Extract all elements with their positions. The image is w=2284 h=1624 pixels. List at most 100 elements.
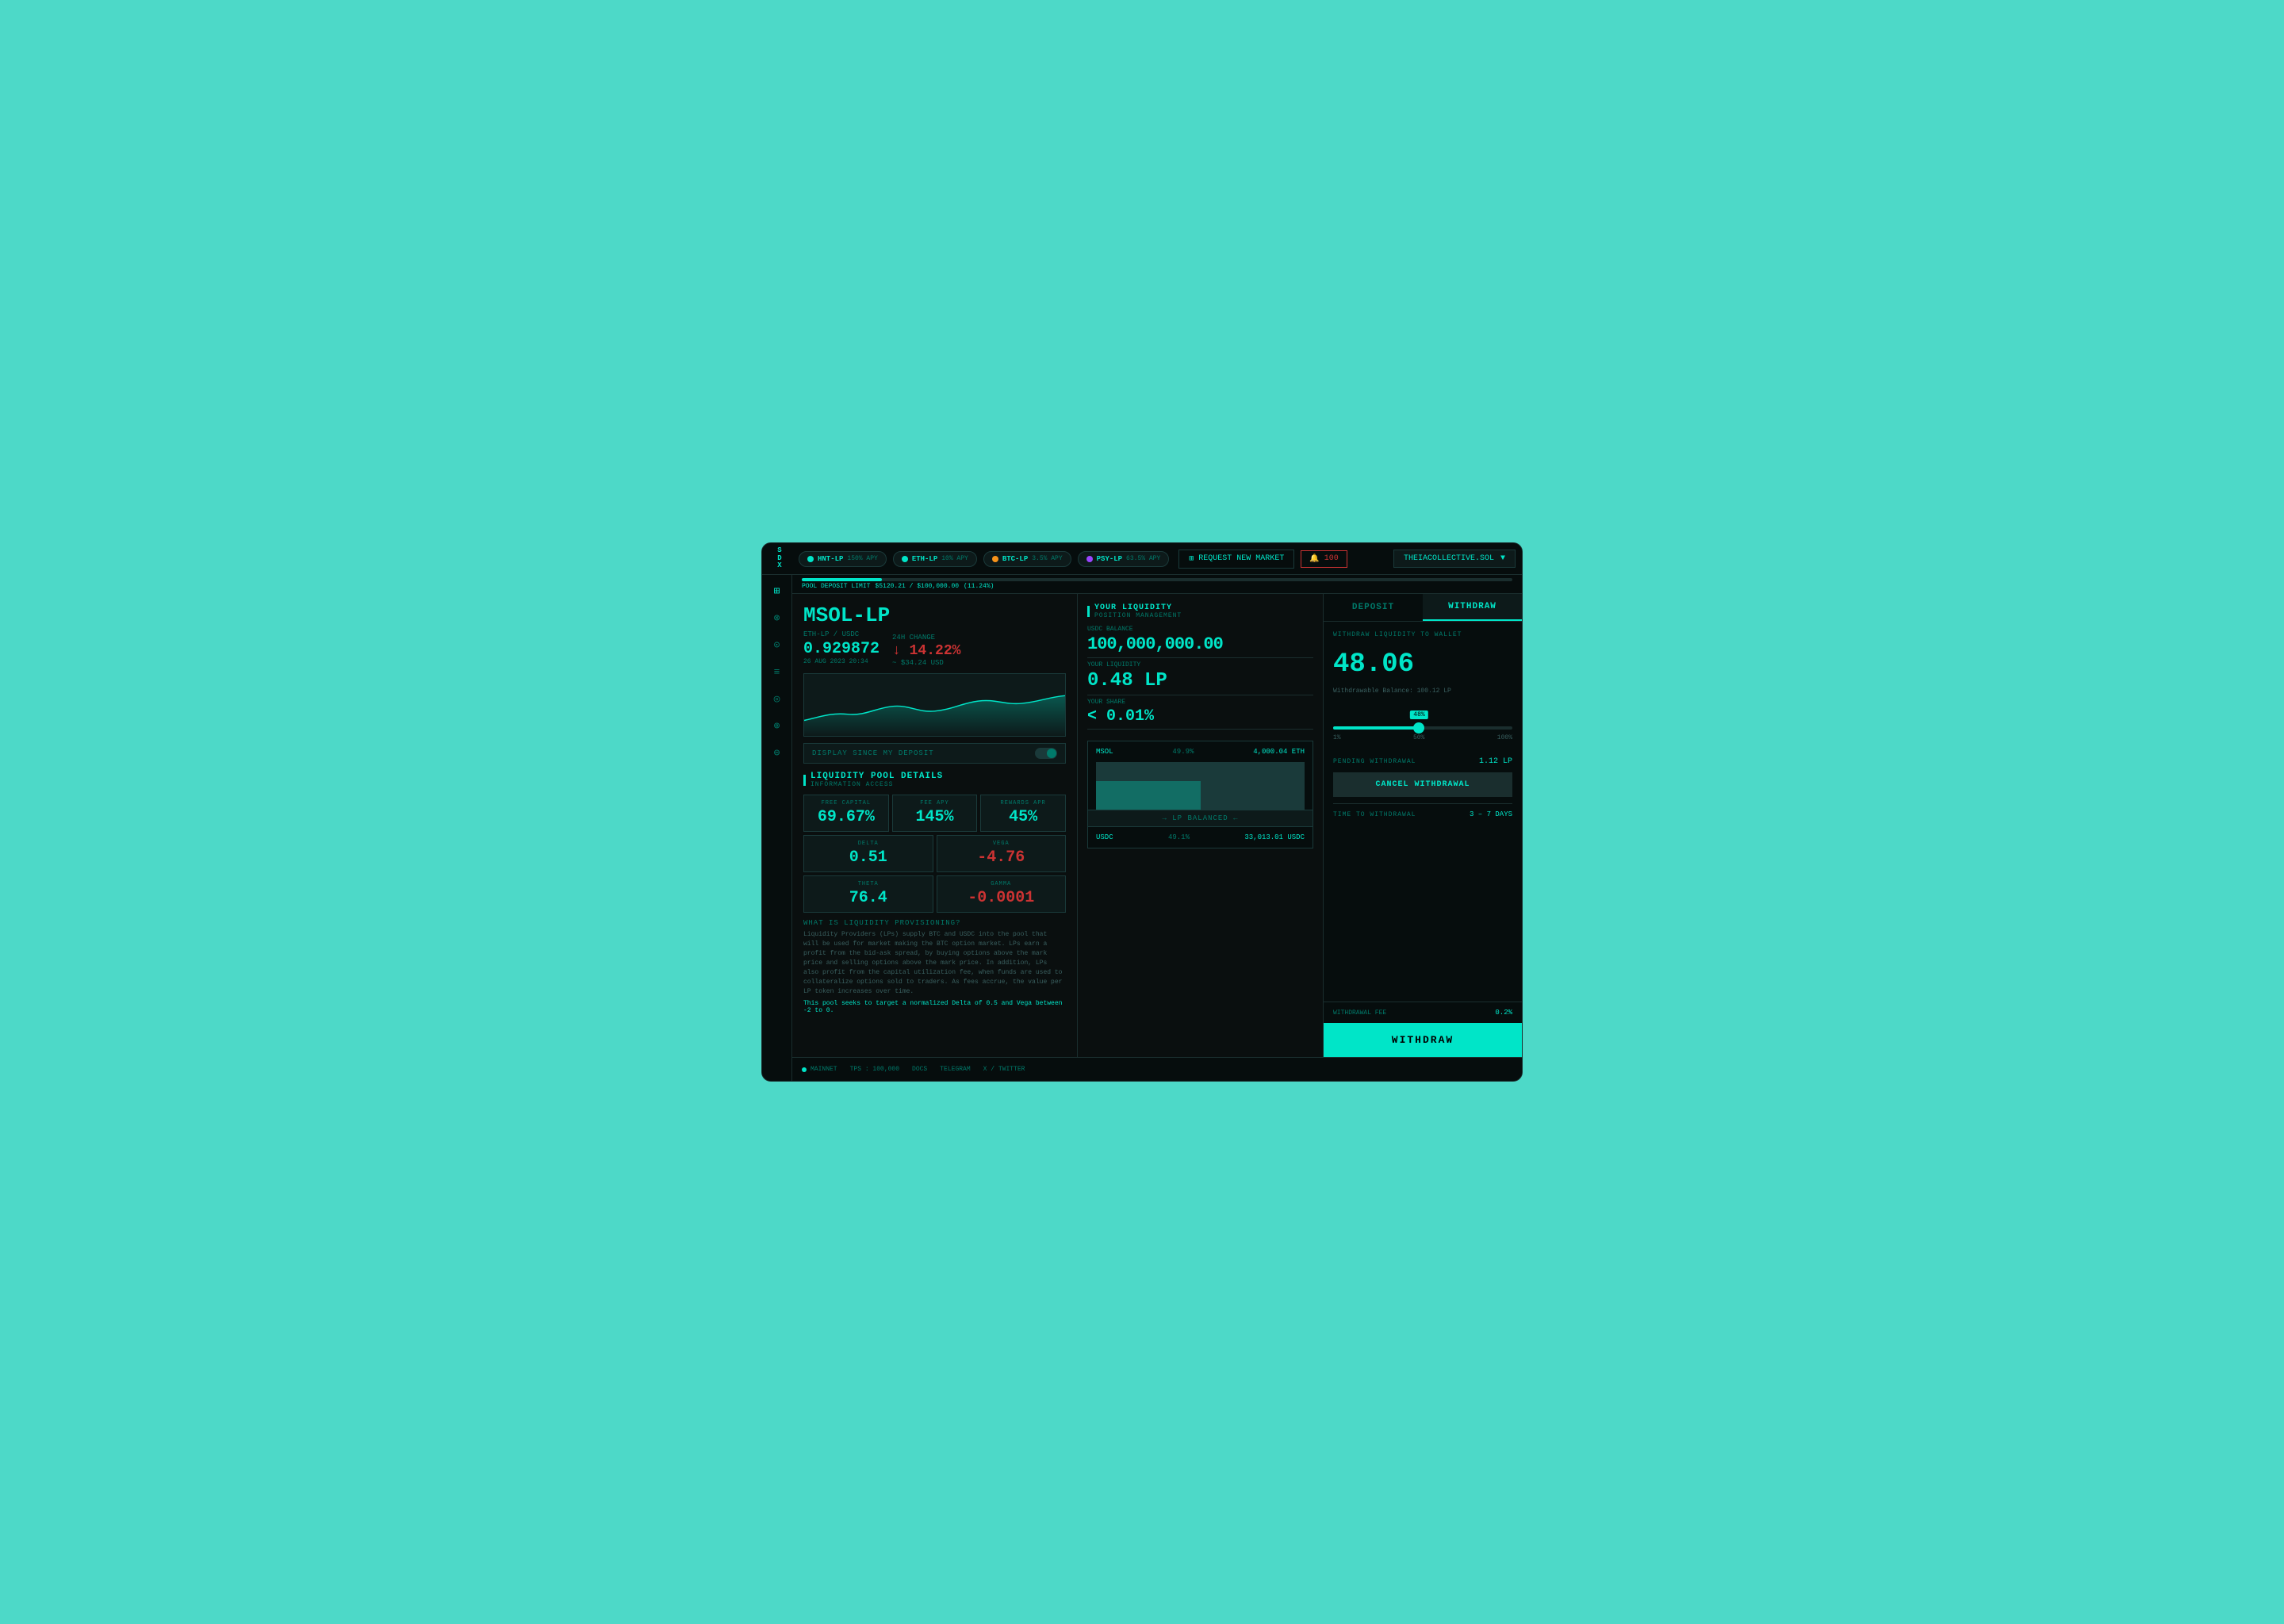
withdraw-panel: WITHDRAW LIQUIDITY TO WALLET 48.06 Withd… [1324, 622, 1522, 1002]
comp-bar-dark [1201, 791, 1305, 810]
app-logo: SDX [768, 547, 791, 571]
lp-balanced-label: → LP BALANCED ← [1088, 810, 1313, 827]
docs-link[interactable]: DOCS [912, 1066, 927, 1073]
usdc-balance-value: 100,000,000.00 [1087, 634, 1313, 654]
pool-tab-eth-apy: 10% APY [941, 555, 968, 562]
price-chart [803, 673, 1066, 737]
pool-tab-eth-name: ETH-LP [912, 555, 937, 563]
pool-tab-hnt-name: HNT-LP [818, 555, 843, 563]
sidebar-icon-bar[interactable]: ≡ [769, 664, 785, 680]
sidebar-icon-target[interactable]: ◎ [769, 691, 785, 707]
wallet-label: THEIACOLLECTIVE.SOL [1404, 554, 1494, 563]
stat-free-capital: FREE CAPITAL 69.67% [803, 795, 889, 832]
comp-token2-name: USDC [1096, 833, 1113, 841]
price-group: ETH-LP / USDC 0.929872 26 AUG 2023 20:34 [803, 630, 879, 667]
limit-label-text: POOL DEPOSIT LIMIT [802, 583, 870, 590]
liquidity-position-label: POSITION MANAGEMENT [1094, 612, 1182, 619]
pending-value: 1.12 LP [1479, 757, 1512, 766]
comp-bar-area [1096, 762, 1305, 810]
bar-fill [802, 578, 882, 581]
toggle-switch[interactable] [1035, 748, 1057, 759]
sidebar-icon-ring[interactable]: ⊚ [769, 718, 785, 733]
sidebar: ⊞ ⊗ ⊙ ≡ ◎ ⊚ ⊜ [762, 575, 792, 1081]
telegram-link[interactable]: TELEGRAM [940, 1066, 970, 1073]
pool-dot-psy [1086, 556, 1093, 562]
top-navigation: SDX HNT-LP 150% APY ETH-LP 10% APY BTC-L… [762, 543, 1522, 575]
info-section: WHAT IS LIQUIDITY PROVISIONING? Liquidit… [803, 919, 1066, 1014]
time-value: 3 – 7 DAYS [1470, 810, 1512, 818]
slider-labels: 1% 50% 100% [1333, 734, 1512, 741]
score-icon: 🔔 [1309, 554, 1319, 564]
pool-tab-eth[interactable]: ETH-LP 10% APY [893, 551, 977, 567]
sidebar-icon-grid[interactable]: ⊞ [769, 583, 785, 599]
network-label: MAINNET [811, 1066, 837, 1073]
fee-label: WITHDRAWAL FEE [1333, 1009, 1386, 1017]
withdraw-tab[interactable]: WITHDRAW [1423, 594, 1522, 621]
deposit-tab[interactable]: DEPOSIT [1324, 594, 1423, 621]
fee-row: WITHDRAWAL FEE 0.2% [1324, 1002, 1522, 1023]
left-panel: MSOL-LP ETH-LP / USDC 0.929872 26 AUG 20… [792, 594, 1078, 1057]
spacer [1333, 831, 1512, 992]
info-title: WHAT IS LIQUIDITY PROVISIONING? [803, 919, 1066, 927]
comp-row-top: MSOL 49.9% 4,000.04 ETH [1088, 741, 1313, 762]
liq-section-bar [1087, 606, 1090, 617]
request-market-button[interactable]: ⊞ REQUEST NEW MARKET [1178, 550, 1294, 569]
tab-row: DEPOSIT WITHDRAW [1324, 594, 1522, 622]
comp-row-bottom: USDC 49.1% 33,013.01 USDC [1088, 827, 1313, 848]
pool-tab-psy[interactable]: PSY-LP 63.5% APY [1078, 551, 1170, 567]
deposit-limit-bar: POOL DEPOSIT LIMIT $5120.21 / $100,000.0… [792, 575, 1522, 594]
pool-tab-btc[interactable]: BTC-LP 3.5% APY [983, 551, 1071, 567]
pool-tab-hnt[interactable]: HNT-LP 150% APY [799, 551, 887, 567]
info-highlight: This pool seeks to target a normalized D… [803, 1000, 1066, 1014]
your-share-value: < 0.01% [1087, 707, 1313, 726]
score-badge: 🔔 100 [1301, 550, 1347, 568]
twitter-link[interactable]: X / TWITTER [983, 1066, 1025, 1073]
slider-badge: 48% [1410, 710, 1428, 719]
your-liquidity-value: 0.48 LP [1087, 670, 1313, 691]
network-status: MAINNET [802, 1066, 837, 1073]
pool-tab-psy-apy: 63.5% APY [1126, 555, 1160, 562]
change-label: 24H CHANGE [892, 634, 960, 642]
stat-gamma: GAMMA -0.0001 [937, 875, 1067, 913]
score-value: 100 [1324, 554, 1339, 563]
your-share-label: YOUR SHARE [1087, 699, 1313, 706]
time-label: TIME TO WITHDRAWAL [1333, 811, 1416, 818]
limit-pct: (11.24%) [964, 583, 994, 590]
sidebar-icon-person[interactable]: ⊜ [769, 745, 785, 760]
pool-details-title: LIQUIDITY POOL DETAILS [811, 772, 943, 781]
section-bar [803, 775, 806, 786]
pool-title: MSOL-LP [803, 603, 1066, 627]
wallet-selector[interactable]: THEIACOLLECTIVE.SOL ▼ [1393, 550, 1516, 568]
time-row: TIME TO WITHDRAWAL 3 – 7 DAYS [1333, 803, 1512, 825]
pending-label: PENDING WITHDRAWAL [1333, 758, 1416, 765]
slider-thumb[interactable] [1413, 722, 1424, 733]
comp-token2-pct: 49.1% [1168, 833, 1190, 841]
network-dot [802, 1067, 807, 1072]
footer: MAINNET TPS : 100,000 DOCS TELEGRAM X / … [792, 1057, 1522, 1081]
comp-token1-val: 4,000.04 ETH [1253, 748, 1305, 756]
middle-panel: YOUR LIQUIDITY POSITION MANAGEMENT USDC … [1078, 594, 1324, 1057]
sidebar-icon-circle[interactable]: ⊙ [769, 637, 785, 653]
plus-icon: ⊞ [1189, 554, 1194, 564]
stat-theta: THETA 76.4 [803, 875, 933, 913]
content-area: POOL DEPOSIT LIMIT $5120.21 / $100,000.0… [792, 575, 1522, 1081]
toggle-label: DISPLAY SINCE MY DEPOSIT [812, 749, 934, 757]
timestamp: 26 AUG 2023 20:34 [803, 658, 879, 665]
withdrawable-balance: Withdrawable Balance: 100.12 LP [1333, 688, 1512, 695]
slider-max: 100% [1497, 734, 1512, 741]
slider-min: 1% [1333, 734, 1341, 741]
pool-dot-btc [992, 556, 998, 562]
usd-approx: ~ $34.24 USD [892, 659, 960, 667]
slider-container: 48% 1% 50% 100% [1333, 707, 1512, 741]
sidebar-icon-cross[interactable]: ⊗ [769, 610, 785, 626]
withdraw-button[interactable]: WITHDRAW [1324, 1023, 1522, 1057]
cancel-withdrawal-button[interactable]: CANCEL WITHDRAWAL [1333, 772, 1512, 797]
limit-current: $5120.21 / $100,000.00 [875, 583, 959, 590]
chevron-down-icon: ▼ [1500, 554, 1505, 563]
right-panel: DEPOSIT WITHDRAW WITHDRAW LIQUIDITY TO W… [1324, 594, 1522, 1057]
pool-details-subtitle: INFORMATION ACCESS [811, 781, 943, 788]
pool-tab-hnt-apy: 150% APY [847, 555, 877, 562]
composition-box: MSOL 49.9% 4,000.04 ETH → LP BALANCED ← … [1087, 741, 1313, 848]
stat-delta: DELTA 0.51 [803, 835, 933, 872]
stat-fee-apy: FEE APY 145% [892, 795, 978, 832]
